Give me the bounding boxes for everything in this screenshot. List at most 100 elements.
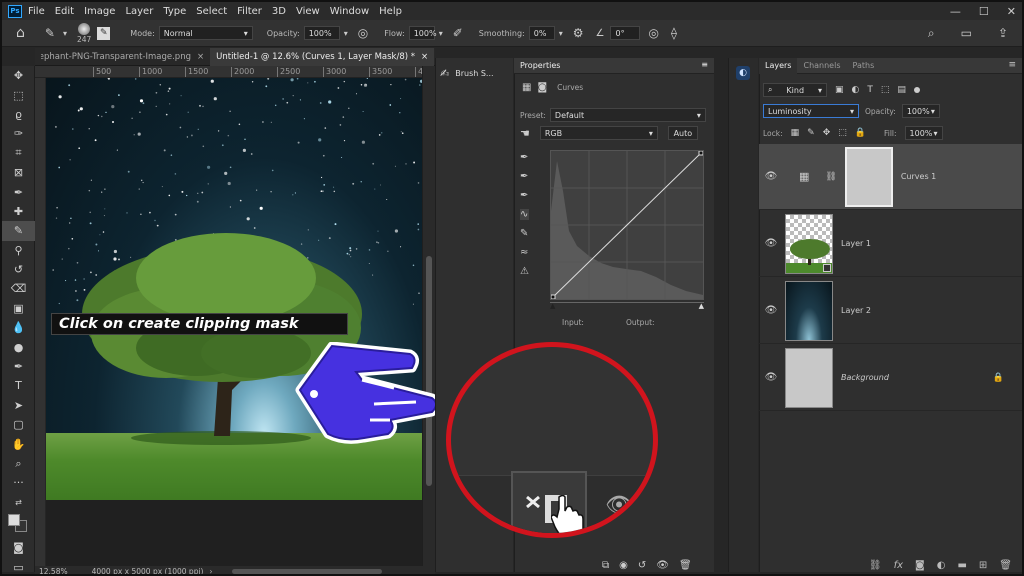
zoom-tool-icon[interactable]: ⌕ [2,454,35,473]
fill-field[interactable]: 100% ▾ [904,126,943,140]
crop-tool-icon[interactable]: ⌗ [2,144,35,163]
filter-pixel-icon[interactable]: ▣ [835,85,844,95]
quick-select-tool-icon[interactable]: ✑ [2,124,35,143]
filter-type-icon[interactable]: T [867,85,873,95]
tab-elephant-png[interactable]: Elephant-PNG-Transparent-Image.png × [35,48,210,66]
clone-stamp-tool-icon[interactable]: ⚲ [2,241,35,260]
tab-untitled-1[interactable]: Untitled-1 @ 12.6% (Curves 1, Layer Mask… [210,47,435,66]
input-slider-track[interactable]: ▲ ▲ [550,302,704,310]
color-swatches[interactable] [2,512,35,538]
brush-preset-picker[interactable]: 247 [77,22,91,44]
channel-select[interactable]: RGB ▾ [539,126,658,140]
white-point-eyedropper-icon[interactable]: ✒ [520,190,529,201]
new-layer-icon[interactable]: ⊞ [979,560,987,571]
lock-artboard-icon[interactable]: ⬚ [838,128,847,138]
brush-settings-icon[interactable]: ✎ [97,26,111,40]
workspace-icon[interactable]: ▭ [961,26,972,40]
target-adjust-icon[interactable]: ☚ [520,127,530,140]
panel-menu-icon[interactable]: ≡ [1008,60,1016,70]
chevron-down-icon[interactable]: ▾ [344,29,348,38]
black-slider-handle[interactable]: ▲ [550,302,555,310]
menu-view[interactable]: View [296,6,320,17]
document-info[interactable]: 4000 px x 5000 px (1000 ppi) [92,567,204,575]
filter-kind-select[interactable]: ⌕ Kind ▾ [763,83,827,97]
tab-layers[interactable]: Layers [759,57,798,74]
move-tool-icon[interactable]: ✥ [2,66,35,85]
flow-field[interactable]: 100% [408,26,437,40]
auto-button[interactable]: Auto [667,126,698,140]
pen-tool-icon[interactable]: ✒ [2,357,35,376]
airbrush-icon[interactable]: ✐ [453,26,463,40]
layer-row-background[interactable]: 👁 Background 🔒 [759,345,1022,411]
layer-name[interactable]: Background [841,373,889,382]
zoom-level[interactable]: 12.58% [39,567,68,575]
horizontal-scrollbar[interactable] [232,568,383,574]
eyedropper-tool-icon[interactable]: ✒ [2,182,35,201]
white-slider-handle[interactable]: ▲ [699,302,704,310]
new-adjustment-icon[interactable]: ◐ [937,560,946,571]
pencil-icon[interactable]: ✎ [520,228,529,239]
clipping-warning-icon[interactable]: ⚠ [520,266,529,277]
lock-position-icon[interactable]: ✥ [823,128,831,138]
add-mask-icon[interactable]: ◙ [915,560,925,571]
marquee-tool-icon[interactable]: ⬚ [2,85,35,104]
visibility-eye-icon[interactable]: 👁 [759,238,783,249]
healing-tool-icon[interactable]: ✚ [2,202,35,221]
foreground-color[interactable] [8,513,20,526]
smooth-curve-icon[interactable]: ≈ [520,247,529,258]
adjustments-icon[interactable]: ◐ [736,66,750,80]
brush-tool-icon[interactable]: ✎ [45,26,55,40]
layer-mask-thumbnail[interactable] [844,146,893,207]
history-brush-tool-icon[interactable]: ↺ [2,260,35,279]
close-icon[interactable]: ✕ [1007,5,1016,18]
visibility-eye-icon[interactable]: 👁 [656,560,669,571]
screen-mode-icon[interactable]: ▭ [2,557,35,574]
more-tools-icon[interactable]: ··· [2,473,35,492]
rectangle-tool-icon[interactable]: ▢ [2,415,35,434]
curve-edit-icon[interactable]: ∿ [520,209,529,220]
opacity-field[interactable]: 100% [303,26,340,40]
menu-help[interactable]: Help [379,6,402,17]
maximize-icon[interactable]: ☐ [979,5,989,18]
lock-transparent-icon[interactable]: ▦ [791,128,800,138]
view-previous-state-icon[interactable]: ◉ [619,560,628,571]
tab-paths[interactable]: Paths [847,58,881,74]
filter-adjustment-icon[interactable]: ◐ [852,85,860,95]
chevron-down-icon[interactable]: ▾ [559,29,563,38]
reset-icon[interactable]: ↺ [638,560,646,571]
menu-3d[interactable]: 3D [272,6,286,17]
visibility-eye-icon[interactable]: 👁 [759,372,783,383]
dodge-tool-icon[interactable]: ● [2,337,35,356]
filter-smart-object-icon[interactable]: ▤ [897,85,906,95]
properties-title[interactable]: Properties [520,61,560,70]
eraser-tool-icon[interactable]: ⌫ [2,279,35,298]
preset-select[interactable]: Default ▾ [549,108,706,122]
layer-mask-icon[interactable]: ◙ [537,82,547,93]
chevron-down-icon[interactable]: ▾ [63,29,67,38]
pressure-size-icon[interactable]: ◎ [648,26,658,40]
filter-toggle-icon[interactable] [913,87,920,93]
delete-icon[interactable]: 🗑 [679,560,692,571]
black-point-eyedropper-icon[interactable]: ✒ [520,152,529,163]
angle-field[interactable]: 0° [610,26,641,40]
home-icon[interactable]: ⌂ [16,25,25,41]
layer-thumbnail[interactable] [785,280,833,341]
mask-link-icon[interactable]: ⛓ [825,172,836,182]
brush-tool-icon[interactable]: ✎ [2,221,35,241]
close-icon[interactable]: × [421,52,428,62]
hand-tool-icon[interactable]: ✋ [2,434,35,453]
gradient-tool-icon[interactable]: ▣ [2,299,35,318]
layer-opacity-field[interactable]: 100% ▾ [901,104,940,118]
minimize-icon[interactable]: — [950,5,961,18]
curves-graph[interactable] [550,150,704,300]
delete-layer-icon[interactable]: 🗑 [999,560,1012,571]
menu-file[interactable]: File [28,6,45,17]
gear-icon[interactable]: ⚙ [573,26,584,40]
clip-to-layer-icon[interactable]: ⧉ [602,560,609,571]
type-tool-icon[interactable]: T [2,376,35,395]
filter-shape-icon[interactable]: ⬚ [881,85,890,95]
blend-mode-select[interactable]: Luminosity ▾ [763,104,859,118]
close-icon[interactable]: × [197,52,204,62]
layer-name[interactable]: Layer 2 [841,306,871,315]
menu-select[interactable]: Select [196,6,227,17]
